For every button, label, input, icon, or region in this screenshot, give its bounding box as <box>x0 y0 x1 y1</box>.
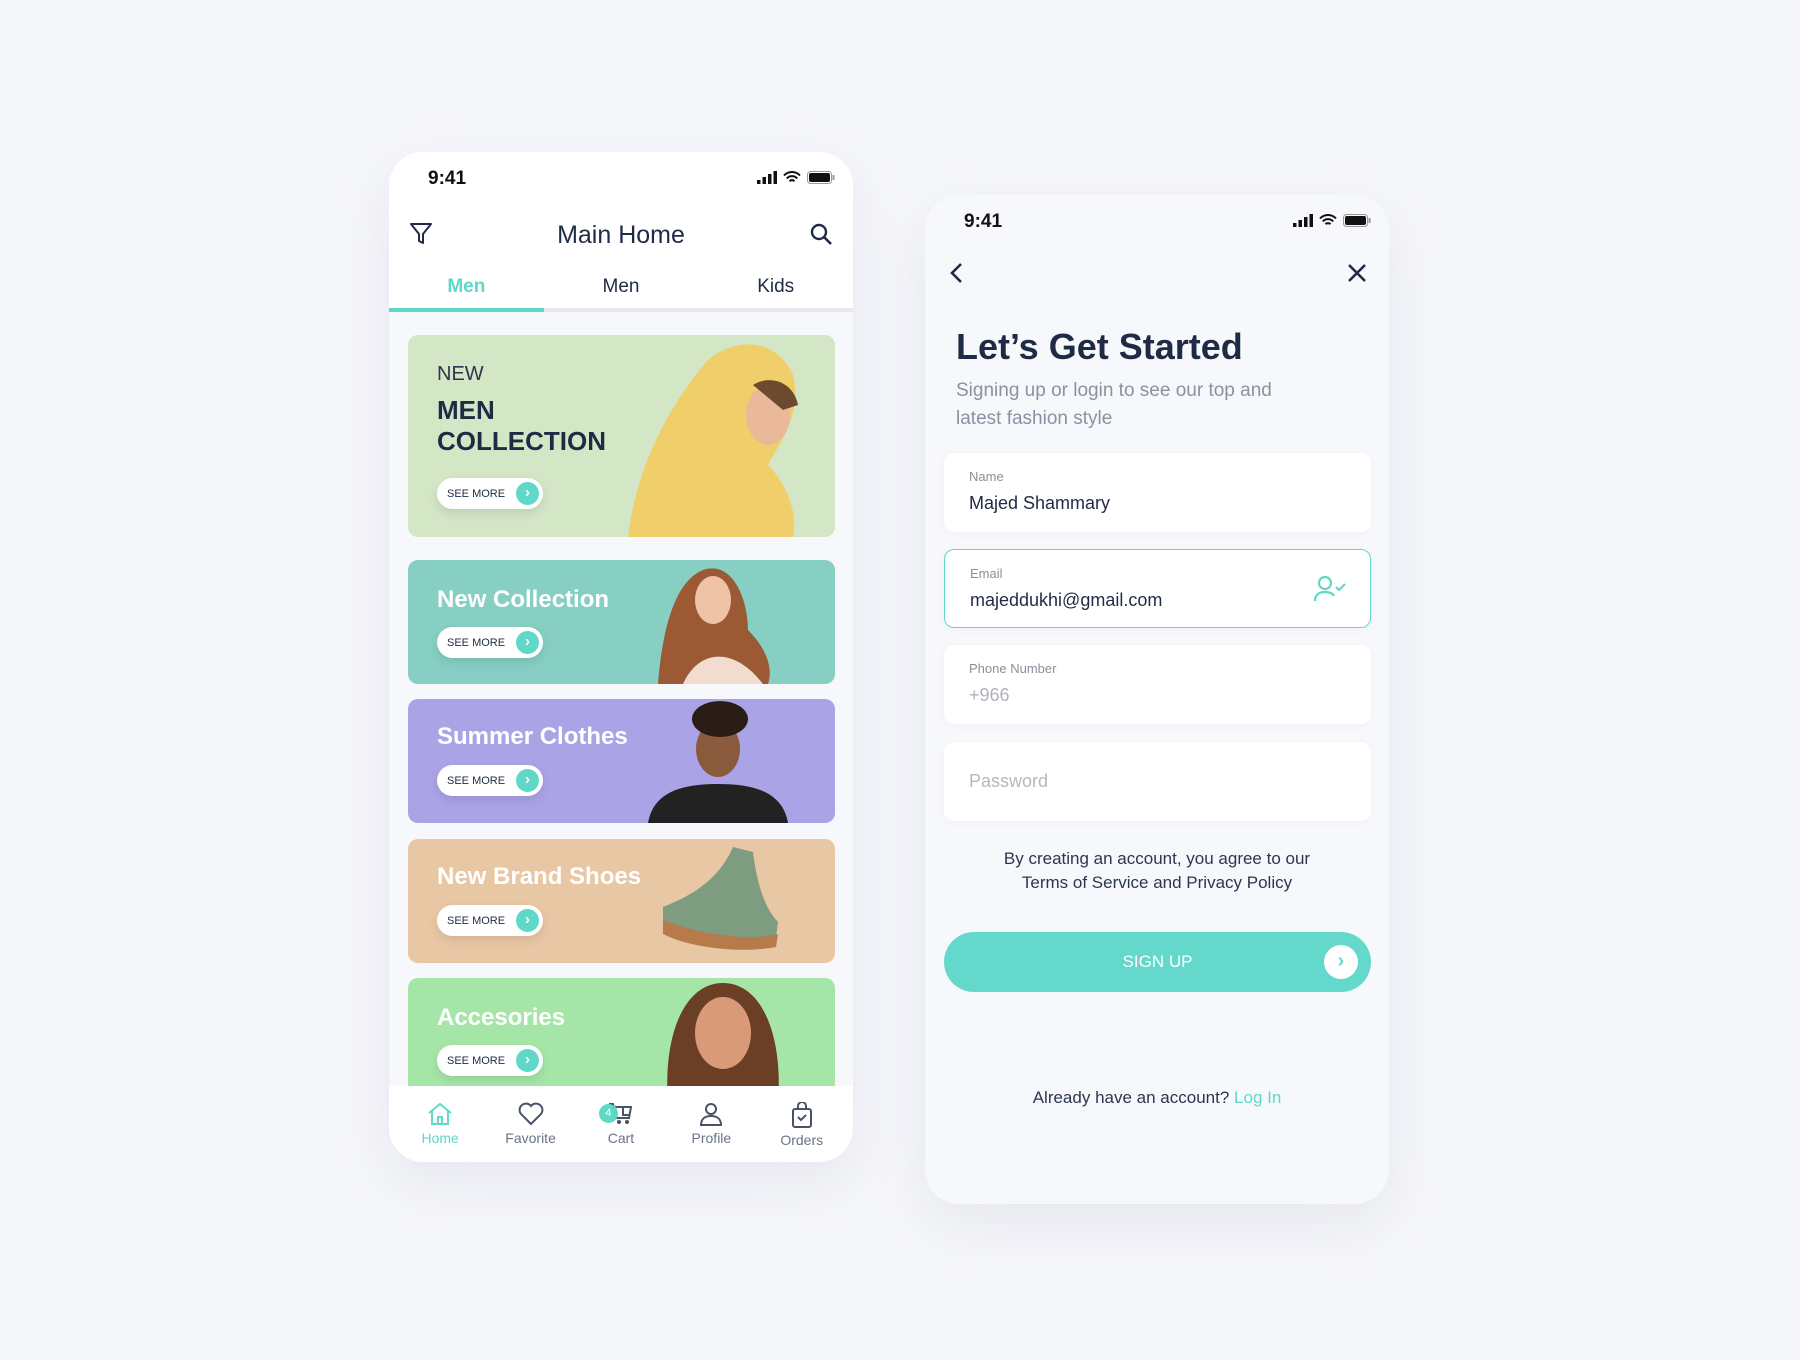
banner-new-collection[interactable]: New Collection SEE MORE › <box>408 560 835 684</box>
nav-profile[interactable]: Profile <box>671 1086 751 1162</box>
phone-field[interactable]: Phone Number +966 <box>944 645 1371 724</box>
home-icon <box>428 1102 452 1125</box>
chevron-right-icon: › <box>516 482 539 505</box>
chevron-right-icon: › <box>516 1049 539 1072</box>
see-more-button[interactable]: SEE MORE › <box>437 765 543 796</box>
heart-icon <box>518 1102 543 1126</box>
shoe-image <box>663 847 778 950</box>
signup-screen: 9:41 Let’s Get Started Signing up or log… <box>925 195 1389 1204</box>
wifi-icon <box>1319 214 1337 226</box>
status-icons <box>1293 214 1371 227</box>
banner-title: New Brand Shoes <box>437 863 642 890</box>
search-icon[interactable] <box>809 222 833 246</box>
banner-title: Accesories <box>437 1004 566 1031</box>
email-label: Email <box>970 566 1003 581</box>
status-bar: 9:41 <box>925 195 1389 251</box>
back-chevron-icon[interactable] <box>947 261 967 285</box>
banner-accessories[interactable]: Accesories SEE MORE › <box>408 978 835 1102</box>
tab-men-active[interactable]: Men <box>389 276 544 312</box>
tab-kids[interactable]: Kids <box>698 276 853 308</box>
page-title: Let’s Get Started <box>956 326 1243 367</box>
banner-title: MEN COLLECTION <box>437 395 606 457</box>
chevron-right-icon: › <box>516 909 539 932</box>
sign-up-label: SIGN UP <box>1122 952 1193 971</box>
model-image <box>648 701 788 823</box>
banner-title: New Collection <box>437 586 610 613</box>
status-time: 9:41 <box>428 168 467 189</box>
phone-input[interactable]: +966 <box>969 685 1010 706</box>
signal-icon <box>1293 214 1313 227</box>
see-more-label: SEE MORE <box>447 914 506 927</box>
chevron-right-icon: › <box>1324 945 1358 979</box>
see-more-label: SEE MORE <box>447 487 506 500</box>
name-input[interactable]: Majed Shammary <box>969 493 1110 514</box>
name-field[interactable]: Name Majed Shammary <box>944 453 1371 532</box>
password-field[interactable]: Password <box>944 742 1371 821</box>
password-input[interactable]: Password <box>969 771 1048 792</box>
name-label: Name <box>969 469 1004 484</box>
model-image <box>628 344 798 537</box>
chevron-right-icon: › <box>516 769 539 792</box>
already-text: Already have an account? <box>1032 1088 1230 1107</box>
sign-up-button[interactable]: SIGN UP › <box>944 932 1371 992</box>
model-image <box>667 983 779 1102</box>
see-more-label: SEE MORE <box>447 636 506 649</box>
see-more-button[interactable]: SEE MORE › <box>437 905 543 936</box>
status-time: 9:41 <box>964 211 1003 232</box>
bottom-nav: Home Favorite 4 Cart Profile Orders <box>389 1086 853 1162</box>
login-link[interactable]: Log In <box>1234 1088 1281 1107</box>
nav-home[interactable]: Home <box>400 1086 480 1162</box>
nav-orders[interactable]: Orders <box>762 1086 842 1162</box>
model-image <box>658 568 770 684</box>
status-bar: 9:41 <box>389 152 853 208</box>
email-input[interactable]: majeddukhi@gmail.com <box>970 590 1162 611</box>
home-screen: 9:41 Main Home Men Men Kids NEW MEN COLLE… <box>389 152 853 1162</box>
banner-title-line1: MEN <box>437 395 495 425</box>
banner-men-collection[interactable]: NEW MEN COLLECTION SEE MORE › <box>408 335 835 537</box>
banner-title: Summer Clothes <box>437 723 628 750</box>
signal-icon <box>757 171 777 184</box>
page-subtitle: Signing up or login to see our top and l… <box>956 380 1272 429</box>
email-field[interactable]: Email majeddukhi@gmail.com <box>944 549 1371 628</box>
battery-icon <box>1343 214 1371 227</box>
terms-text: By creating an account, you agree to our… <box>925 847 1389 895</box>
close-icon[interactable] <box>1347 263 1367 283</box>
banner-title-line2: COLLECTION <box>437 426 606 456</box>
see-more-label: SEE MORE <box>447 1054 506 1067</box>
user-check-icon <box>1314 575 1346 602</box>
see-more-button[interactable]: SEE MORE › <box>437 478 543 509</box>
wifi-icon <box>783 171 801 183</box>
nav-label: Home <box>421 1130 459 1146</box>
banner-kicker: NEW <box>437 363 484 385</box>
terms-link[interactable]: Terms of Service and Privacy Policy <box>925 871 1389 895</box>
chevron-right-icon: › <box>516 631 539 654</box>
category-tabs: Men Men Kids <box>389 276 853 312</box>
tab-men[interactable]: Men <box>544 276 699 308</box>
nav-label: Cart <box>607 1130 635 1146</box>
nav-cart[interactable]: 4 Cart <box>581 1086 661 1162</box>
login-prompt: Already have an account? Log In <box>925 1088 1389 1108</box>
see-more-button[interactable]: SEE MORE › <box>437 627 543 658</box>
nav-favorite[interactable]: Favorite <box>491 1086 571 1162</box>
cart-badge: 4 <box>598 1104 618 1123</box>
nav-label: Favorite <box>505 1130 556 1146</box>
banner-new-brand-shoes[interactable]: New Brand Shoes SEE MORE › <box>408 839 835 963</box>
banner-summer-clothes[interactable]: Summer Clothes SEE MORE › <box>408 699 835 823</box>
phone-label: Phone Number <box>969 661 1057 676</box>
page-title: Main Home <box>557 221 685 249</box>
nav-label: Profile <box>691 1130 732 1146</box>
terms-line1: By creating an account, you agree to our <box>1003 849 1311 868</box>
see-more-button[interactable]: SEE MORE › <box>437 1045 543 1076</box>
status-icons <box>757 171 835 184</box>
battery-icon <box>807 171 835 184</box>
nav-label: Orders <box>780 1132 824 1148</box>
see-more-label: SEE MORE <box>447 774 506 787</box>
user-icon <box>700 1103 723 1126</box>
bag-icon <box>791 1102 812 1128</box>
